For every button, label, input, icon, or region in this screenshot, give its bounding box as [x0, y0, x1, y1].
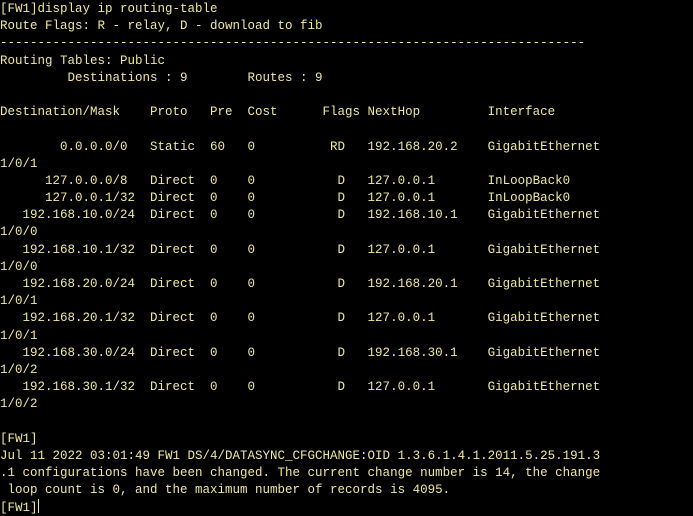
terminal-line: [FW1]display ip routing-table: [0, 2, 218, 16]
terminal-line: 1/0/1: [0, 328, 38, 343]
terminal-line: 192.168.20.0/24 Direct 0 0 D 192.168.20.…: [0, 277, 601, 291]
terminal-line: Destinations : 9 Routes : 9: [0, 70, 323, 85]
terminal-line: 1/0/2: [0, 362, 38, 377]
terminal-line: 1/0/2: [0, 397, 38, 412]
terminal-line: 0.0.0.0/0 Static 60 0 RD 192.168.20.2 Gi…: [0, 139, 601, 154]
text-cursor: [37, 499, 39, 514]
terminal-line: 192.168.30.1/32 Direct 0 0 D 127.0.0.1 G…: [0, 380, 601, 395]
terminal-line: 127.0.0.0/8 Direct 0 0 D 127.0.0.1 InLoo…: [0, 173, 571, 188]
terminal-line: 1/0/0: [0, 225, 38, 240]
command-prompt-line[interactable]: [FW1]: [0, 499, 693, 516]
terminal-line: Route Flags: R - relay, D - download to …: [0, 19, 323, 34]
terminal-line: [FW1]: [0, 431, 38, 446]
terminal-line: 1/0/0: [0, 259, 38, 274]
terminal-line: .1 configurations have been changed. The…: [0, 466, 601, 481]
terminal-window[interactable]: [FW1]display ip routing-table Route Flags…: [0, 0, 693, 516]
terminal-line: 1/0/1: [0, 156, 38, 171]
command-prompt: [FW1]: [0, 501, 38, 516]
terminal-line: ----------------------------------------…: [0, 36, 586, 51]
terminal-line: Jul 11 2022 03:01:49 FW1 DS/4/DATASYNC_C…: [0, 448, 601, 463]
terminal-line: 1/0/1: [0, 294, 38, 309]
terminal-line: 192.168.10.0/24 Direct 0 0 D 192.168.10.…: [0, 208, 601, 223]
terminal-output: [FW1]display ip routing-table Route Flags…: [0, 1, 693, 499]
terminal-line: Routing Tables: Public: [0, 53, 166, 68]
terminal-line: 127.0.0.1/32 Direct 0 0 D 127.0.0.1 InLo…: [0, 191, 571, 206]
terminal-line: Destination/Mask Proto Pre Cost Flags Ne…: [0, 105, 556, 120]
terminal-line: 192.168.20.1/32 Direct 0 0 D 127.0.0.1 G…: [0, 311, 601, 326]
terminal-line: loop count is 0, and the maximum number …: [0, 483, 451, 498]
terminal-line: 192.168.30.0/24 Direct 0 0 D 192.168.30.…: [0, 345, 601, 360]
terminal-line: 192.168.10.1/32 Direct 0 0 D 127.0.0.1 G…: [0, 242, 601, 257]
